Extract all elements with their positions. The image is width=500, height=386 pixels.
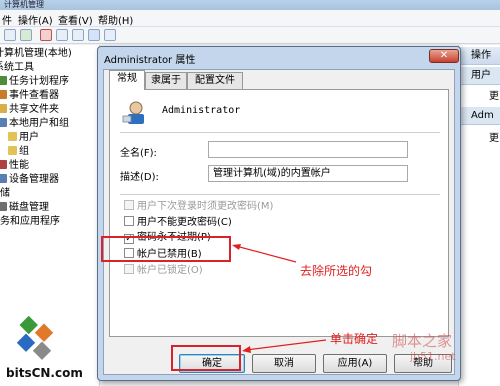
bitscn-logo-text: bitsCN.com <box>6 366 83 380</box>
arrow-line <box>235 245 297 263</box>
tab-general[interactable]: 常规 <box>109 70 145 90</box>
annotation-remove-check: 去除所选的勾 <box>300 264 373 278</box>
bitscn-logo-icon <box>16 316 54 360</box>
arrow-head <box>242 346 251 353</box>
annotation-click-ok: 单击确定 <box>330 332 379 346</box>
watermark-site-name: 脚本之家 <box>392 332 453 350</box>
arrow-head <box>232 244 241 250</box>
annotation-arrows <box>232 244 327 353</box>
arrow-line <box>245 339 327 351</box>
watermark-site-url: jb51.net <box>410 350 456 363</box>
